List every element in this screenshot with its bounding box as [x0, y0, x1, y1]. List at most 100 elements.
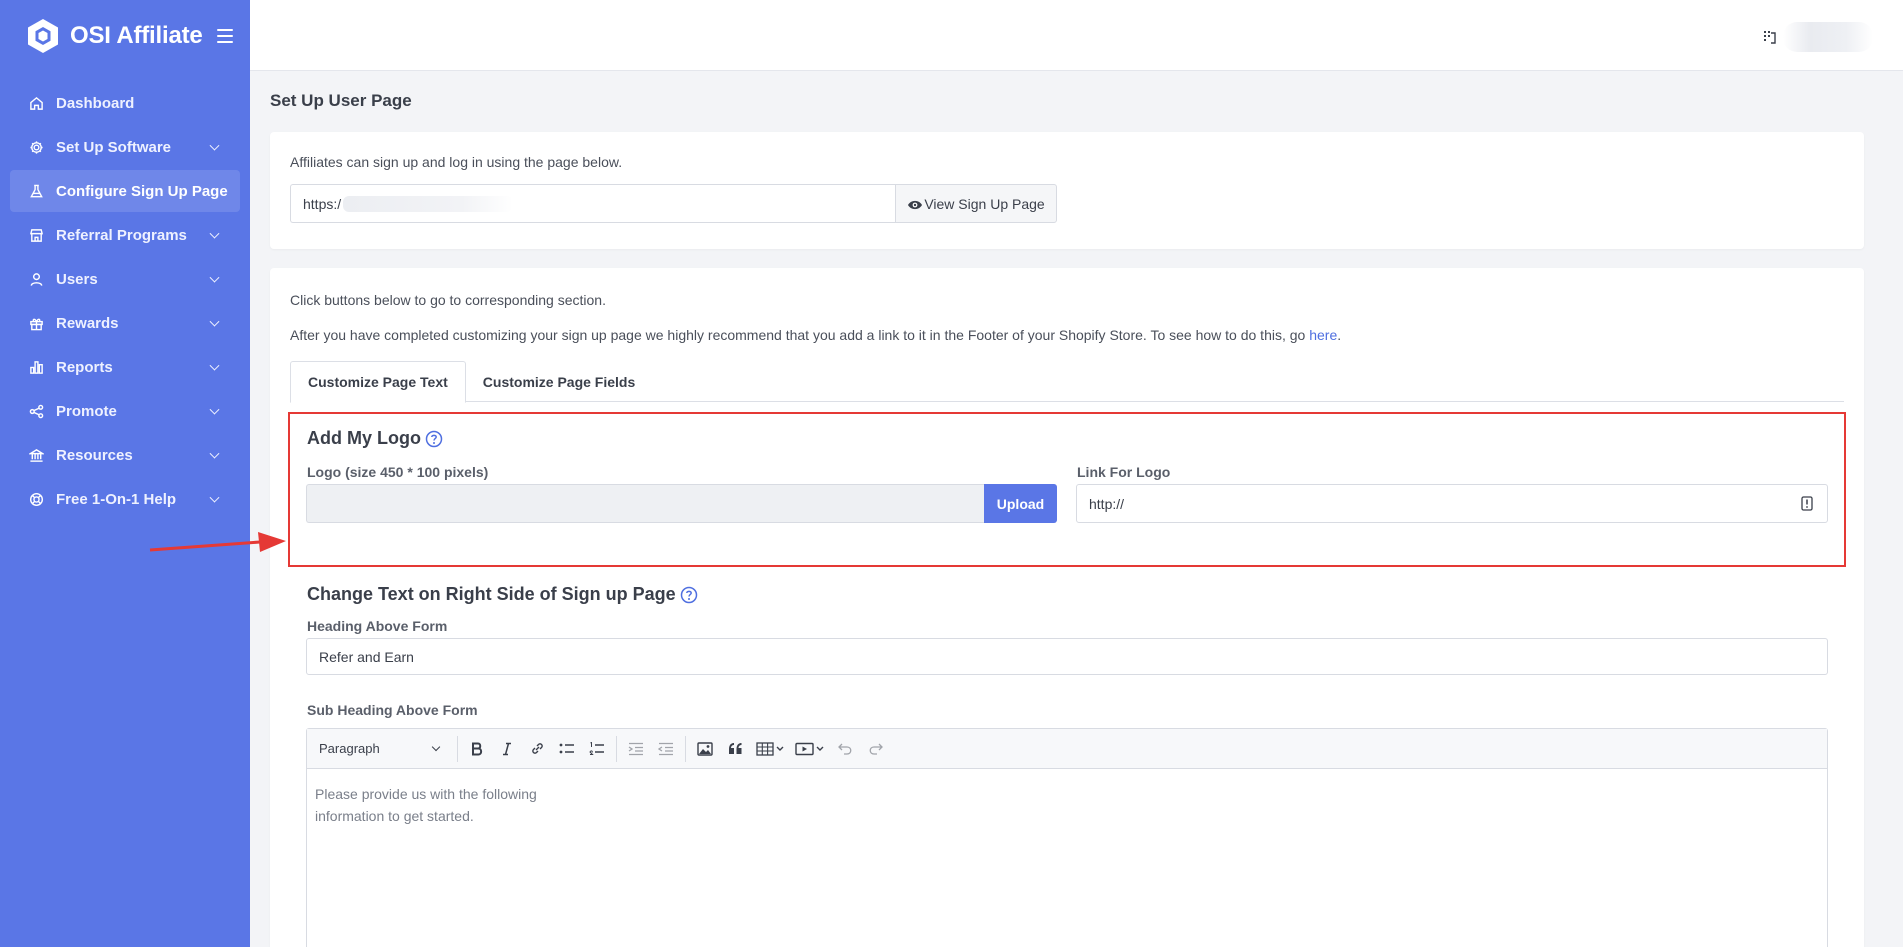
- editor-toolbar: Paragraph: [307, 729, 1827, 769]
- store-icon: [28, 227, 44, 243]
- sidebar-item-label: Free 1-On-1 Help: [56, 490, 177, 508]
- undo-icon[interactable]: [830, 734, 860, 764]
- change-text-title: Change Text on Right Side of Sign up Pag…: [307, 584, 698, 605]
- signup-url-redacted: [343, 195, 514, 212]
- user-icon: [28, 271, 44, 287]
- add-my-logo-title: Add My Logo: [307, 428, 443, 449]
- customize-card: Click buttons below to go to correspondi…: [270, 268, 1864, 947]
- chevron-down-icon: [209, 228, 220, 239]
- sidebar-item-set-up-software[interactable]: Set Up Software: [10, 126, 240, 168]
- numbered-list-icon[interactable]: [582, 734, 612, 764]
- bar-chart-icon: [28, 359, 44, 375]
- main-content: Set Up User Page Affiliates can sign up …: [270, 71, 1865, 947]
- sidebar-item-label: Set Up Software: [56, 138, 172, 156]
- gift-icon: [28, 315, 44, 331]
- chevron-down-icon: [209, 316, 220, 327]
- sidebar-item-promote[interactable]: Promote: [10, 390, 240, 432]
- link-icon[interactable]: [522, 734, 552, 764]
- toolbar-divider: [457, 735, 458, 762]
- chevron-down-icon: [209, 360, 220, 371]
- tab-customize-page-fields[interactable]: Customize Page Fields: [466, 361, 652, 402]
- intro-text: Click buttons below to go to correspondi…: [290, 292, 606, 308]
- sidebar-item-resources[interactable]: Resources: [10, 434, 240, 476]
- sidebar-item-reports[interactable]: Reports: [10, 346, 240, 388]
- add-my-logo-title-text: Add My Logo: [307, 428, 421, 448]
- image-icon[interactable]: [690, 734, 720, 764]
- tab-customize-page-text[interactable]: Customize Page Text: [290, 361, 466, 403]
- chevron-down-icon: [209, 492, 220, 503]
- chevron-down-icon: [209, 448, 220, 459]
- share-icon: [28, 403, 44, 419]
- redo-icon[interactable]: [860, 734, 890, 764]
- view-sign-up-page-button[interactable]: View Sign Up Page: [895, 184, 1057, 223]
- editor-content-line: information to get started.: [315, 808, 474, 824]
- outdent-icon[interactable]: [651, 734, 681, 764]
- sidebar-item-label: Promote: [56, 402, 117, 420]
- paragraph-format-value: Paragraph: [319, 741, 380, 756]
- footer-recommendation-end: .: [1337, 327, 1342, 343]
- sub-heading-label: Sub Heading Above Form: [307, 702, 478, 718]
- lifebuoy-icon: [28, 491, 44, 507]
- here-link[interactable]: here: [1309, 327, 1337, 343]
- chevron-down-icon: [209, 140, 220, 151]
- sidebar-item-configure-sign-up-page[interactable]: Configure Sign Up Page: [10, 170, 240, 212]
- brand-name: OSI Affiliate: [70, 22, 203, 49]
- sub-heading-editor: Paragraph Please provide us with the fol…: [306, 728, 1828, 947]
- paragraph-format-select[interactable]: Paragraph: [311, 734, 453, 764]
- media-embed-icon[interactable]: [790, 734, 830, 764]
- signup-url-field[interactable]: https:/: [290, 184, 895, 223]
- signup-url-value: https:/: [303, 195, 342, 212]
- editor-content[interactable]: Please provide us with the following inf…: [307, 769, 1827, 841]
- brand-logo-icon[interactable]: [24, 17, 62, 55]
- table-icon[interactable]: [750, 734, 790, 764]
- home-icon: [28, 95, 44, 111]
- user-avatar[interactable]: [1783, 22, 1873, 52]
- upload-button[interactable]: Upload: [984, 484, 1057, 523]
- sidebar-item-dashboard[interactable]: Dashboard: [10, 82, 240, 124]
- footer-recommendation-text: After you have completed customizing you…: [290, 327, 1844, 343]
- footer-recommendation-body: After you have completed customizing you…: [290, 327, 1310, 343]
- editor-content-line: Please provide us with the following: [315, 786, 537, 802]
- change-text-title-text: Change Text on Right Side of Sign up Pag…: [307, 584, 676, 604]
- sidebar-item-rewards[interactable]: Rewards: [10, 302, 240, 344]
- link-for-logo-label: Link For Logo: [1077, 464, 1171, 480]
- bold-icon[interactable]: [462, 734, 492, 764]
- customize-tabs: Customize Page Text Customize Page Field…: [290, 361, 1844, 403]
- sidebar-item-label: Rewards: [56, 314, 119, 332]
- hamburger-menu-icon[interactable]: [216, 29, 233, 43]
- heading-above-form-input[interactable]: Refer and Earn: [306, 638, 1828, 675]
- page-title: Set Up User Page: [270, 91, 412, 110]
- brand: OSI Affiliate: [0, 0, 250, 72]
- link-for-logo-value: http://: [1089, 495, 1125, 512]
- toolbar-divider: [685, 735, 686, 762]
- sidebar-item-label: Configure Sign Up Page: [56, 182, 228, 200]
- sidebar-item-label: Users: [56, 270, 98, 288]
- apps-grid-icon[interactable]: [1763, 27, 1777, 47]
- chevron-down-icon: [209, 404, 220, 415]
- sidebar-item-label: Resources: [56, 446, 133, 464]
- heading-above-form-label: Heading Above Form: [307, 618, 448, 634]
- blockquote-icon[interactable]: [720, 734, 750, 764]
- autofill-icon[interactable]: [1801, 496, 1813, 511]
- signup-url-group: https:/ View Sign Up Page: [290, 184, 1057, 223]
- link-for-logo-field[interactable]: http://: [1076, 484, 1828, 523]
- sidebar-item-free-help[interactable]: Free 1-On-1 Help: [10, 478, 240, 520]
- user-menu[interactable]: [1763, 22, 1873, 52]
- signup-url-card: Affiliates can sign up and log in using …: [270, 132, 1864, 249]
- sidebar: OSI Affiliate Dashboard Set Up Software …: [0, 0, 250, 947]
- sidebar-item-label: Reports: [56, 358, 113, 376]
- signup-url-description: Affiliates can sign up and log in using …: [290, 154, 623, 170]
- bulleted-list-icon[interactable]: [552, 734, 582, 764]
- sidebar-item-label: Dashboard: [56, 94, 135, 112]
- top-bar: [250, 0, 1903, 71]
- help-circle-icon[interactable]: [680, 586, 698, 604]
- chevron-down-icon: [431, 742, 441, 751]
- italic-icon[interactable]: [492, 734, 522, 764]
- help-circle-icon[interactable]: [425, 430, 443, 448]
- annotation-arrow-icon: [149, 532, 286, 552]
- indent-icon[interactable]: [621, 734, 651, 764]
- sidebar-item-users[interactable]: Users: [10, 258, 240, 300]
- logo-file-field[interactable]: [306, 484, 984, 523]
- sidebar-item-referral-programs[interactable]: Referral Programs: [10, 214, 240, 256]
- eye-icon: [907, 198, 923, 210]
